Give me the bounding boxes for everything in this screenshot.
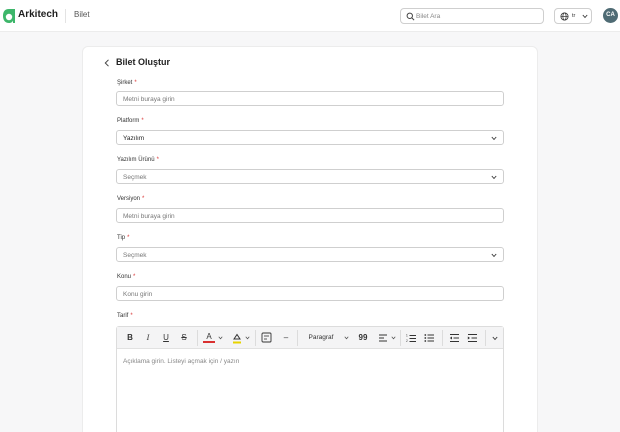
chevron-down-icon — [491, 253, 497, 258]
brand-name[interactable]: Arkitech — [18, 9, 58, 20]
platform-label: Platform * — [117, 118, 144, 124]
underline-button[interactable]: U — [160, 331, 172, 345]
paragraph-style-select[interactable]: Paragraf — [306, 331, 336, 345]
outdent-icon[interactable] — [449, 333, 460, 343]
page-title: Bilet Oluştur — [116, 57, 171, 67]
insert-image-icon[interactable] — [261, 332, 272, 343]
blockquote-button[interactable]: 99 — [356, 331, 370, 345]
chevron-down-icon[interactable] — [344, 336, 349, 340]
editor-toolbar: B I U S A – Paragraf 99 1 2 — [117, 327, 503, 349]
align-left-icon[interactable] — [378, 333, 388, 343]
language-code: tr — [572, 13, 576, 19]
software-product-select[interactable]: Seçmek — [116, 169, 504, 184]
avatar[interactable]: CA — [603, 8, 618, 23]
software-product-value: Seçmek — [123, 174, 147, 181]
svg-text:2: 2 — [406, 339, 408, 343]
search-box[interactable] — [400, 8, 544, 24]
globe-icon — [560, 12, 569, 21]
subject-label: Konu * — [117, 274, 136, 280]
header-divider — [65, 9, 66, 23]
description-label: Tarif * — [117, 313, 133, 319]
subject-input[interactable] — [123, 289, 493, 299]
chevron-down-icon — [491, 175, 497, 180]
indent-icon[interactable] — [467, 333, 478, 343]
svg-text:1: 1 — [406, 334, 408, 338]
breadcrumb[interactable]: Bilet — [74, 10, 90, 19]
type-label: Tip * — [117, 235, 130, 241]
search-input[interactable] — [416, 10, 540, 22]
chevron-down-icon[interactable] — [218, 336, 223, 340]
software-product-label: Yazılım Ürünü * — [117, 157, 159, 163]
toolbar-divider — [485, 330, 486, 346]
toolbar-divider — [442, 330, 443, 346]
language-selector[interactable]: tr — [554, 8, 592, 24]
version-input[interactable] — [123, 211, 493, 221]
arkitech-logo-icon[interactable] — [2, 8, 16, 24]
font-color-button[interactable]: A — [203, 331, 215, 343]
strikethrough-button[interactable]: S — [178, 331, 190, 345]
horizontal-rule-button[interactable]: – — [280, 331, 292, 345]
chevron-down-icon — [582, 14, 588, 19]
platform-select[interactable]: Yazılım — [116, 130, 504, 145]
highlight-color-icon[interactable] — [231, 332, 243, 344]
description-placeholder: Açıklama girin. Listeyi açmak için / yaz… — [123, 358, 240, 365]
bold-button[interactable]: B — [124, 331, 136, 345]
toolbar-divider — [400, 330, 401, 346]
chevron-down-icon[interactable] — [391, 336, 396, 340]
version-field[interactable] — [116, 208, 504, 223]
numbered-list-icon[interactable]: 1 2 — [406, 333, 417, 343]
toolbar-divider — [297, 330, 298, 346]
platform-value: Yazılım — [123, 135, 145, 142]
search-icon — [406, 12, 415, 21]
version-label: Versiyon * — [117, 196, 145, 202]
company-label: Şirket * — [117, 80, 137, 86]
back-arrow-icon[interactable] — [104, 59, 110, 67]
description-editor[interactable]: B I U S A – Paragraf 99 1 2 Açıklama gir… — [116, 326, 504, 432]
more-options-chevron-icon[interactable] — [492, 336, 498, 341]
company-field[interactable] — [116, 91, 504, 106]
subject-field[interactable] — [116, 286, 504, 301]
toolbar-divider — [255, 330, 256, 346]
bullet-list-icon[interactable] — [424, 333, 435, 343]
chevron-down-icon — [491, 136, 497, 141]
toolbar-divider — [197, 330, 198, 346]
top-bar: Arkitech Bilet tr CA — [0, 0, 620, 32]
type-select[interactable]: Seçmek — [116, 247, 504, 262]
company-input[interactable] — [123, 94, 493, 104]
type-value: Seçmek — [123, 252, 147, 259]
italic-button[interactable]: I — [142, 331, 154, 345]
chevron-down-icon[interactable] — [245, 336, 250, 340]
